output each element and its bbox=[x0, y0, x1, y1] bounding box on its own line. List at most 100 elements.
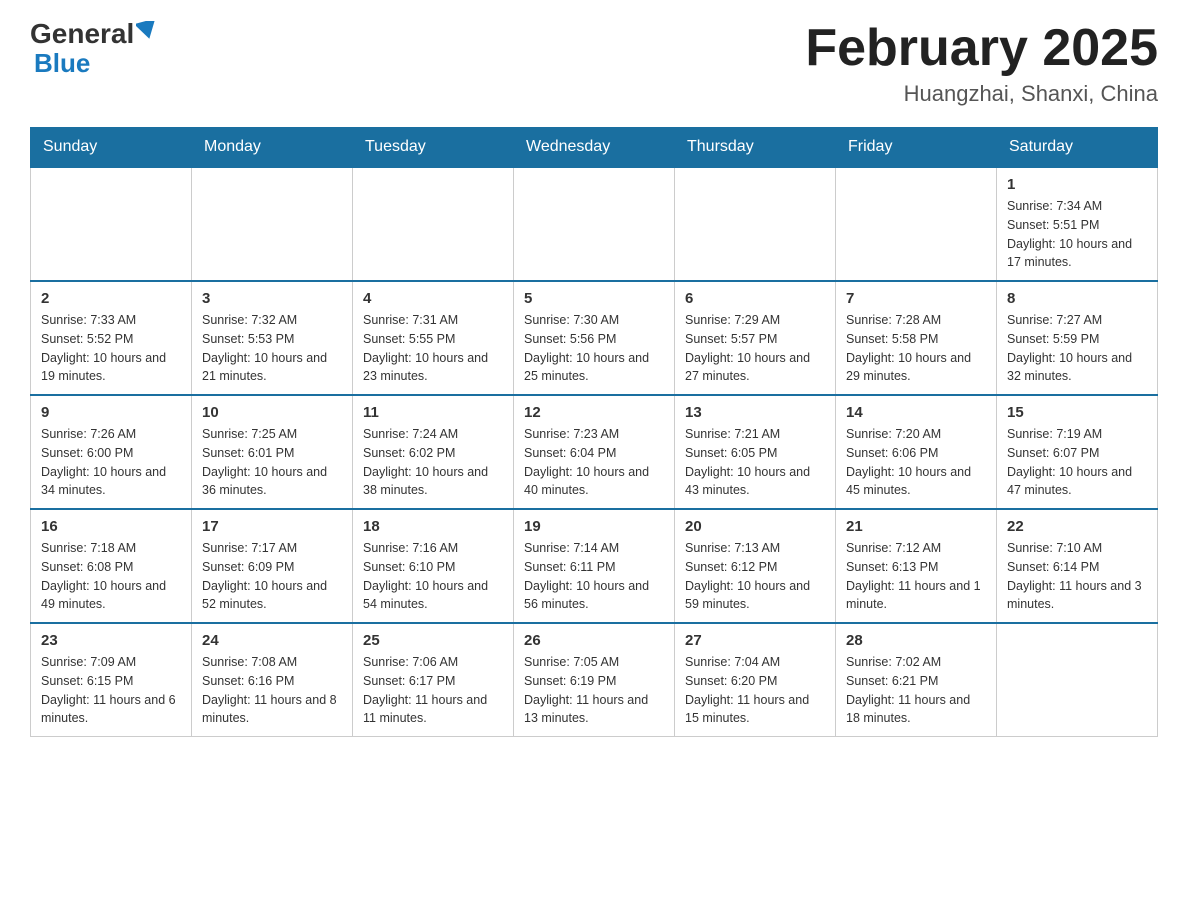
day-info: Sunrise: 7:14 AMSunset: 6:11 PMDaylight:… bbox=[524, 539, 664, 614]
calendar-cell: 19 Sunrise: 7:14 AMSunset: 6:11 PMDayligh… bbox=[514, 509, 675, 623]
calendar-cell bbox=[997, 623, 1158, 737]
day-number: 25 bbox=[363, 632, 503, 649]
calendar-cell: 15 Sunrise: 7:19 AMSunset: 6:07 PMDayligh… bbox=[997, 395, 1158, 509]
calendar-week-3: 9 Sunrise: 7:26 AMSunset: 6:00 PMDaylight… bbox=[31, 395, 1158, 509]
day-number: 16 bbox=[41, 518, 181, 535]
day-info: Sunrise: 7:17 AMSunset: 6:09 PMDaylight:… bbox=[202, 539, 342, 614]
day-number: 20 bbox=[685, 518, 825, 535]
day-info: Sunrise: 7:04 AMSunset: 6:20 PMDaylight:… bbox=[685, 653, 825, 728]
day-info: Sunrise: 7:18 AMSunset: 6:08 PMDaylight:… bbox=[41, 539, 181, 614]
calendar-week-5: 23Sunrise: 7:09 AMSunset: 6:15 PMDayligh… bbox=[31, 623, 1158, 737]
day-info: Sunrise: 7:25 AMSunset: 6:01 PMDaylight:… bbox=[202, 425, 342, 500]
calendar-cell: 12 Sunrise: 7:23 AMSunset: 6:04 PMDayligh… bbox=[514, 395, 675, 509]
day-number: 7 bbox=[846, 290, 986, 307]
day-info: Sunrise: 7:13 AMSunset: 6:12 PMDaylight:… bbox=[685, 539, 825, 614]
day-info: Sunrise: 7:08 AMSunset: 6:16 PMDaylight:… bbox=[202, 653, 342, 728]
calendar-cell: 10 Sunrise: 7:25 AMSunset: 6:01 PMDayligh… bbox=[192, 395, 353, 509]
calendar-cell bbox=[192, 167, 353, 281]
day-number: 27 bbox=[685, 632, 825, 649]
day-number: 8 bbox=[1007, 290, 1147, 307]
day-number: 6 bbox=[685, 290, 825, 307]
day-number: 10 bbox=[202, 404, 342, 421]
calendar-cell: 3 Sunrise: 7:32 AMSunset: 5:53 PMDaylight… bbox=[192, 281, 353, 395]
day-number: 19 bbox=[524, 518, 664, 535]
logo-general-text: General bbox=[30, 20, 134, 48]
calendar-cell: 23Sunrise: 7:09 AMSunset: 6:15 PMDayligh… bbox=[31, 623, 192, 737]
calendar-week-1: 1 Sunrise: 7:34 AMSunset: 5:51 PMDaylight… bbox=[31, 167, 1158, 281]
weekday-header-wednesday: Wednesday bbox=[514, 128, 675, 168]
calendar-cell: 7 Sunrise: 7:28 AMSunset: 5:58 PMDaylight… bbox=[836, 281, 997, 395]
day-number: 13 bbox=[685, 404, 825, 421]
day-number: 12 bbox=[524, 404, 664, 421]
day-info: Sunrise: 7:26 AMSunset: 6:00 PMDaylight:… bbox=[41, 425, 181, 500]
calendar-cell: 9 Sunrise: 7:26 AMSunset: 6:00 PMDaylight… bbox=[31, 395, 192, 509]
calendar-cell: 24 Sunrise: 7:08 AMSunset: 6:16 PMDayligh… bbox=[192, 623, 353, 737]
logo-arrow-icon bbox=[136, 21, 158, 39]
calendar-cell: 18 Sunrise: 7:16 AMSunset: 6:10 PMDayligh… bbox=[353, 509, 514, 623]
day-info: Sunrise: 7:10 AMSunset: 6:14 PMDaylight:… bbox=[1007, 539, 1147, 614]
day-number: 2 bbox=[41, 290, 181, 307]
day-number: 28 bbox=[846, 632, 986, 649]
calendar-cell bbox=[836, 167, 997, 281]
day-info: Sunrise: 7:34 AMSunset: 5:51 PMDaylight:… bbox=[1007, 197, 1147, 272]
location: Huangzhai, Shanxi, China bbox=[805, 81, 1158, 107]
logo: General Blue bbox=[30, 20, 158, 76]
calendar-cell: 13 Sunrise: 7:21 AMSunset: 6:05 PMDayligh… bbox=[675, 395, 836, 509]
calendar-cell: 2 Sunrise: 7:33 AMSunset: 5:52 PMDaylight… bbox=[31, 281, 192, 395]
logo-blue-text: Blue bbox=[34, 50, 90, 76]
calendar-cell: 8Sunrise: 7:27 AMSunset: 5:59 PMDaylight… bbox=[997, 281, 1158, 395]
day-info: Sunrise: 7:33 AMSunset: 5:52 PMDaylight:… bbox=[41, 311, 181, 386]
weekday-header-saturday: Saturday bbox=[997, 128, 1158, 168]
page-header: General Blue February 2025 Huangzhai, Sh… bbox=[30, 20, 1158, 107]
day-info: Sunrise: 7:29 AMSunset: 5:57 PMDaylight:… bbox=[685, 311, 825, 386]
calendar-cell: 20 Sunrise: 7:13 AMSunset: 6:12 PMDayligh… bbox=[675, 509, 836, 623]
calendar-cell: 11Sunrise: 7:24 AMSunset: 6:02 PMDayligh… bbox=[353, 395, 514, 509]
day-info: Sunrise: 7:32 AMSunset: 5:53 PMDaylight:… bbox=[202, 311, 342, 386]
day-info: Sunrise: 7:05 AMSunset: 6:19 PMDaylight:… bbox=[524, 653, 664, 728]
calendar-cell: 28 Sunrise: 7:02 AMSunset: 6:21 PMDayligh… bbox=[836, 623, 997, 737]
calendar-week-4: 16 Sunrise: 7:18 AMSunset: 6:08 PMDayligh… bbox=[31, 509, 1158, 623]
day-number: 9 bbox=[41, 404, 181, 421]
calendar-cell: 16 Sunrise: 7:18 AMSunset: 6:08 PMDayligh… bbox=[31, 509, 192, 623]
weekday-header-friday: Friday bbox=[836, 128, 997, 168]
title-section: February 2025 Huangzhai, Shanxi, China bbox=[805, 20, 1158, 107]
weekday-header-monday: Monday bbox=[192, 128, 353, 168]
day-number: 11 bbox=[363, 404, 503, 421]
day-number: 26 bbox=[524, 632, 664, 649]
day-info: Sunrise: 7:20 AMSunset: 6:06 PMDaylight:… bbox=[846, 425, 986, 500]
day-info: Sunrise: 7:19 AMSunset: 6:07 PMDaylight:… bbox=[1007, 425, 1147, 500]
calendar-cell bbox=[514, 167, 675, 281]
day-info: Sunrise: 7:21 AMSunset: 6:05 PMDaylight:… bbox=[685, 425, 825, 500]
calendar-cell: 6 Sunrise: 7:29 AMSunset: 5:57 PMDaylight… bbox=[675, 281, 836, 395]
weekday-header-row: SundayMondayTuesdayWednesdayThursdayFrid… bbox=[31, 128, 1158, 168]
calendar-cell: 25 Sunrise: 7:06 AMSunset: 6:17 PMDayligh… bbox=[353, 623, 514, 737]
day-number: 14 bbox=[846, 404, 986, 421]
day-info: Sunrise: 7:28 AMSunset: 5:58 PMDaylight:… bbox=[846, 311, 986, 386]
calendar-cell bbox=[31, 167, 192, 281]
calendar-cell bbox=[353, 167, 514, 281]
calendar-cell: 22 Sunrise: 7:10 AMSunset: 6:14 PMDayligh… bbox=[997, 509, 1158, 623]
day-number: 15 bbox=[1007, 404, 1147, 421]
calendar-cell bbox=[675, 167, 836, 281]
day-number: 17 bbox=[202, 518, 342, 535]
weekday-header-sunday: Sunday bbox=[31, 128, 192, 168]
day-number: 24 bbox=[202, 632, 342, 649]
calendar-table: SundayMondayTuesdayWednesdayThursdayFrid… bbox=[30, 127, 1158, 737]
day-number: 18 bbox=[363, 518, 503, 535]
day-info: Sunrise: 7:31 AMSunset: 5:55 PMDaylight:… bbox=[363, 311, 503, 386]
calendar-cell: 26 Sunrise: 7:05 AMSunset: 6:19 PMDayligh… bbox=[514, 623, 675, 737]
day-info: Sunrise: 7:02 AMSunset: 6:21 PMDaylight:… bbox=[846, 653, 986, 728]
day-number: 4 bbox=[363, 290, 503, 307]
day-number: 3 bbox=[202, 290, 342, 307]
month-title: February 2025 bbox=[805, 20, 1158, 77]
day-number: 22 bbox=[1007, 518, 1147, 535]
day-info: Sunrise: 7:12 AMSunset: 6:13 PMDaylight:… bbox=[846, 539, 986, 614]
day-info: Sunrise: 7:16 AMSunset: 6:10 PMDaylight:… bbox=[363, 539, 503, 614]
weekday-header-thursday: Thursday bbox=[675, 128, 836, 168]
calendar-cell: 4 Sunrise: 7:31 AMSunset: 5:55 PMDaylight… bbox=[353, 281, 514, 395]
calendar-cell: 1 Sunrise: 7:34 AMSunset: 5:51 PMDaylight… bbox=[997, 167, 1158, 281]
day-number: 1 bbox=[1007, 176, 1147, 193]
day-info: Sunrise: 7:30 AMSunset: 5:56 PMDaylight:… bbox=[524, 311, 664, 386]
day-info: Sunrise: 7:23 AMSunset: 6:04 PMDaylight:… bbox=[524, 425, 664, 500]
day-info: Sunrise: 7:06 AMSunset: 6:17 PMDaylight:… bbox=[363, 653, 503, 728]
